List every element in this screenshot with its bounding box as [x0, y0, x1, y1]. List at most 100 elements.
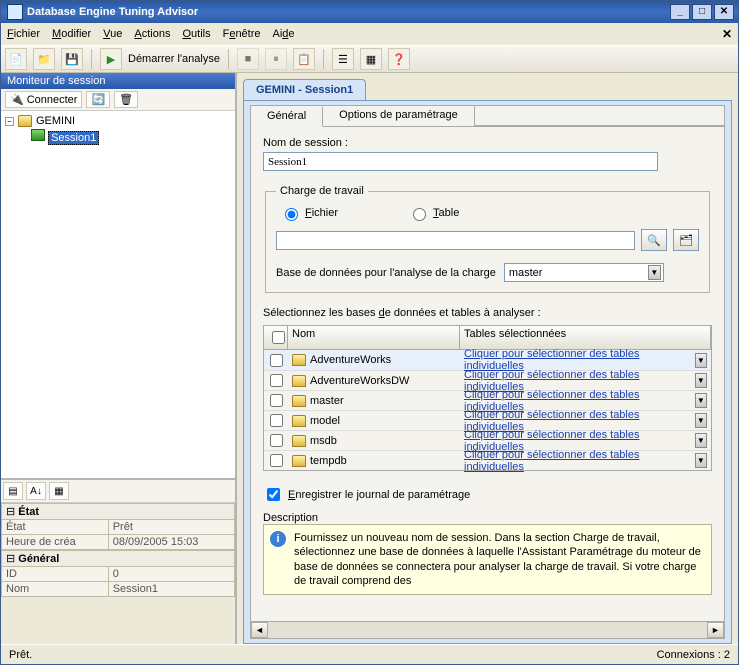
status-ready: Prêt.: [9, 649, 32, 661]
prop-nom-label: Nom: [2, 582, 109, 596]
toolbar: 📄 📁 💾 ▶ Démarrer l'analyse ■ ⏸ 📋 ☰ ▦ ❓: [1, 45, 738, 73]
database-icon: [292, 354, 306, 366]
chevron-down-icon[interactable]: ▼: [695, 453, 707, 468]
prop-etat-value: Prêt: [109, 520, 234, 534]
horizontal-scrollbar[interactable]: ◄ ►: [250, 622, 725, 639]
stop-icon[interactable]: ■: [237, 48, 259, 70]
delete-icon[interactable]: 🗑: [114, 91, 138, 108]
menu-aide[interactable]: Aide: [273, 28, 295, 40]
connect-button[interactable]: 🔌 Connecter: [5, 91, 82, 108]
menu-modifier[interactable]: Modifier: [52, 28, 91, 40]
select-tables-label: Sélectionnez les bases de données et tab…: [263, 307, 712, 319]
db-analyse-value: master: [509, 267, 543, 279]
log-checkbox-label: Enregistrer le journal de paramétrage: [288, 489, 470, 501]
menu-fenetre[interactable]: Fenêtre: [223, 28, 261, 40]
toolbar-separator: [228, 49, 229, 69]
scroll-left-icon[interactable]: ◄: [251, 622, 268, 638]
right-pane: GEMINI - Session1 Général Options de par…: [237, 73, 738, 644]
chevron-down-icon[interactable]: ▼: [695, 393, 707, 408]
prop-id-value: 0: [109, 567, 234, 581]
tab-options[interactable]: Options de paramétrage: [323, 106, 475, 126]
pause-icon[interactable]: ⏸: [265, 48, 287, 70]
log-checkbox-row[interactable]: Enregistrer le journal de paramétrage: [263, 485, 712, 504]
row-checkbox[interactable]: [270, 374, 283, 387]
tree-session-node[interactable]: Session1: [31, 129, 231, 144]
browse-file-button[interactable]: 🔍: [641, 229, 667, 251]
server-icon: [18, 115, 32, 127]
start-analysis-button[interactable]: Démarrer l'analyse: [128, 53, 220, 65]
session-tab-title: GEMINI - Session1: [256, 84, 353, 96]
open-session-icon[interactable]: 📁: [33, 48, 55, 70]
prop-id-label: ID: [2, 567, 109, 581]
close-button[interactable]: ✕: [714, 4, 734, 20]
play-icon[interactable]: ▶: [100, 48, 122, 70]
table-row[interactable]: tempdbCliquer pour sélectionner des tabl…: [264, 450, 711, 470]
col-nom[interactable]: Nom: [288, 326, 460, 349]
left-pane: Moniteur de session 🔌 Connecter 🔄 🗑 − GE…: [1, 73, 237, 644]
section-etat[interactable]: ⊟ État: [1, 503, 235, 520]
chevron-down-icon[interactable]: ▼: [695, 433, 707, 448]
prop-heure-value: 08/09/2005 15:03: [109, 535, 234, 549]
maximize-button[interactable]: □: [692, 4, 712, 20]
session-monitor-toolbar: 🔌 Connecter 🔄 🗑: [1, 89, 235, 111]
refresh-icon[interactable]: 🔄: [86, 91, 110, 108]
db-name: msdb: [310, 435, 337, 447]
chevron-down-icon[interactable]: ▼: [648, 265, 661, 280]
tab-general[interactable]: Général: [251, 107, 323, 127]
session-panel: Général Options de paramétrage Nom de se…: [243, 100, 732, 644]
chevron-down-icon[interactable]: ▼: [695, 373, 707, 388]
radio-fichier-input[interactable]: [285, 208, 298, 221]
save-session-icon[interactable]: 💾: [61, 48, 83, 70]
select-all-checkbox[interactable]: [272, 331, 285, 344]
row-checkbox[interactable]: [270, 414, 283, 427]
col-tables[interactable]: Tables sélectionnées: [460, 326, 711, 349]
close-child-icon[interactable]: ✕: [722, 27, 732, 41]
new-session-icon[interactable]: 📄: [5, 48, 27, 70]
menu-actions[interactable]: Actions: [134, 28, 170, 40]
row-checkbox[interactable]: [270, 354, 283, 367]
menu-outils[interactable]: Outils: [182, 28, 210, 40]
browse-table-button[interactable]: 🗂: [673, 229, 699, 251]
row-checkbox[interactable]: [270, 434, 283, 447]
session-tab[interactable]: GEMINI - Session1: [243, 79, 366, 100]
radio-table-input[interactable]: [413, 208, 426, 221]
session-name-label: Nom de session :: [263, 137, 712, 149]
row-checkbox[interactable]: [270, 454, 283, 467]
list-icon[interactable]: ☰: [332, 48, 354, 70]
workload-fieldset: Charge de travail Fichier Table: [265, 185, 710, 293]
select-tables-link[interactable]: Cliquer pour sélectionner des tables ind…: [464, 449, 691, 473]
session-monitor-header: Moniteur de session: [1, 73, 235, 89]
help-icon[interactable]: ❓: [388, 48, 410, 70]
grid-icon[interactable]: ▦: [360, 48, 382, 70]
radio-table[interactable]: Table: [408, 205, 459, 221]
section-general[interactable]: ⊟ Général: [1, 550, 235, 567]
copy-icon[interactable]: 📋: [293, 48, 315, 70]
scroll-right-icon[interactable]: ►: [707, 622, 724, 638]
props-icon[interactable]: ▦: [49, 482, 69, 500]
connect-icon: 🔌: [10, 93, 24, 106]
prop-row-heure: Heure de créa 08/09/2005 15:03: [1, 535, 235, 550]
chevron-down-icon[interactable]: ▼: [695, 353, 707, 368]
toolbar-separator: [91, 49, 92, 69]
description-text: Fournissez un nouveau nom de session. Da…: [294, 532, 701, 587]
minimize-button[interactable]: _: [670, 4, 690, 20]
db-analyse-combo[interactable]: master ▼: [504, 263, 664, 282]
menu-fichier[interactable]: Fichier: [7, 28, 40, 40]
prop-row-id: ID 0: [1, 567, 235, 582]
radio-fichier[interactable]: Fichier: [280, 205, 338, 221]
properties-pane: ▤ A↓ ▦ ⊟ État État Prêt Heure de créa 08…: [1, 480, 235, 644]
workload-file-input[interactable]: [276, 231, 635, 250]
session-name-input[interactable]: [263, 152, 658, 171]
categorized-icon[interactable]: ▤: [3, 482, 23, 500]
session-tree[interactable]: − GEMINI Session1: [1, 111, 235, 480]
inner-tabs: Général Options de paramétrage: [250, 105, 725, 127]
row-checkbox[interactable]: [270, 394, 283, 407]
workload-legend: Charge de travail: [276, 185, 368, 197]
database-icon: [292, 435, 306, 447]
chevron-down-icon[interactable]: ▼: [695, 413, 707, 428]
collapse-icon[interactable]: −: [5, 117, 14, 126]
log-checkbox[interactable]: [267, 488, 280, 501]
tree-server-node[interactable]: − GEMINI: [5, 115, 231, 127]
menu-vue[interactable]: Vue: [103, 28, 122, 40]
alphabetical-icon[interactable]: A↓: [26, 482, 46, 500]
